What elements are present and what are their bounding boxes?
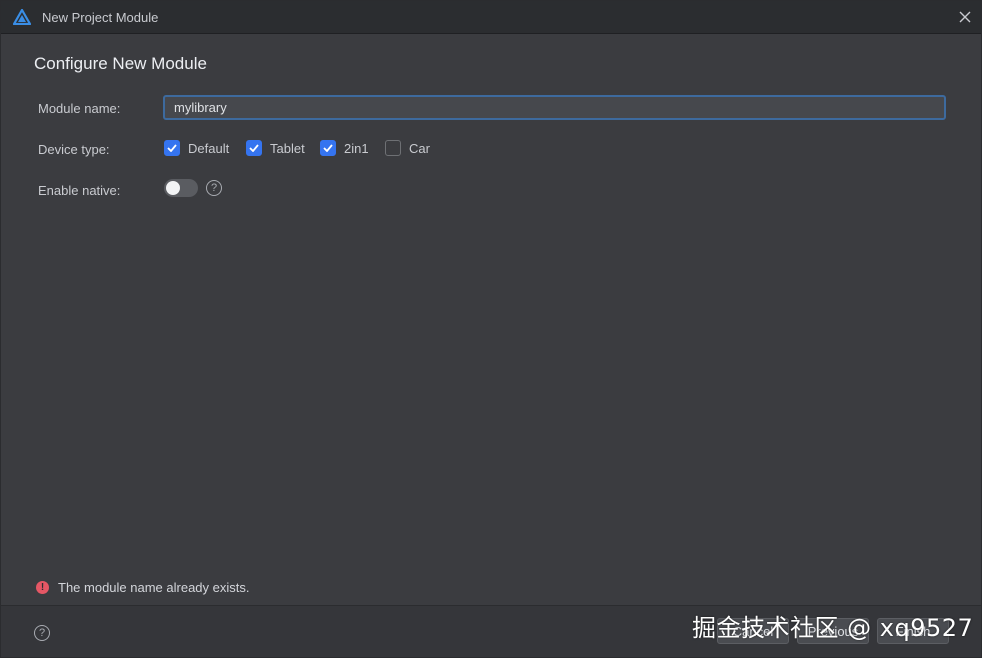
close-button[interactable] — [957, 9, 973, 25]
2in1-label: 2in1 — [344, 140, 369, 156]
tablet-checkbox[interactable] — [246, 140, 262, 156]
window-title: New Project Module — [42, 10, 159, 25]
checkmark-icon — [249, 144, 259, 152]
error-text: The module name already exists. — [58, 580, 250, 595]
title-bar: New Project Module — [1, 1, 981, 34]
footer-help-icon[interactable]: ? — [34, 625, 50, 641]
2in1-checkbox[interactable] — [320, 140, 336, 156]
default-label: Default — [188, 140, 230, 156]
checkmark-icon — [167, 144, 177, 152]
deveco-logo-icon — [12, 8, 32, 26]
dialog-window: New Project Module Configure New Module … — [0, 0, 982, 658]
page-title: Configure New Module — [34, 54, 207, 73]
device-type-default[interactable]: Default — [164, 140, 229, 156]
enable-native-toggle[interactable] — [164, 179, 198, 197]
error-message: ! The module name already exists. — [36, 580, 249, 595]
device-type-car[interactable]: Car — [385, 140, 430, 156]
module-name-input[interactable] — [163, 95, 946, 120]
close-icon — [959, 11, 971, 23]
default-checkbox[interactable] — [164, 140, 180, 156]
watermark: 掘金技术社区 @ xq9527 — [692, 614, 974, 642]
car-checkbox[interactable] — [385, 140, 401, 156]
help-icon[interactable]: ? — [206, 180, 222, 196]
car-label: Car — [409, 140, 430, 156]
checkmark-icon — [323, 144, 333, 152]
tablet-label: Tablet — [270, 140, 305, 156]
device-type-tablet[interactable]: Tablet — [246, 140, 305, 156]
device-type-label: Device type: — [38, 142, 110, 157]
toggle-knob — [166, 181, 180, 195]
module-name-label: Module name: — [38, 101, 121, 116]
error-icon: ! — [36, 581, 49, 594]
enable-native-label: Enable native: — [38, 183, 121, 198]
device-type-2in1[interactable]: 2in1 — [320, 140, 369, 156]
